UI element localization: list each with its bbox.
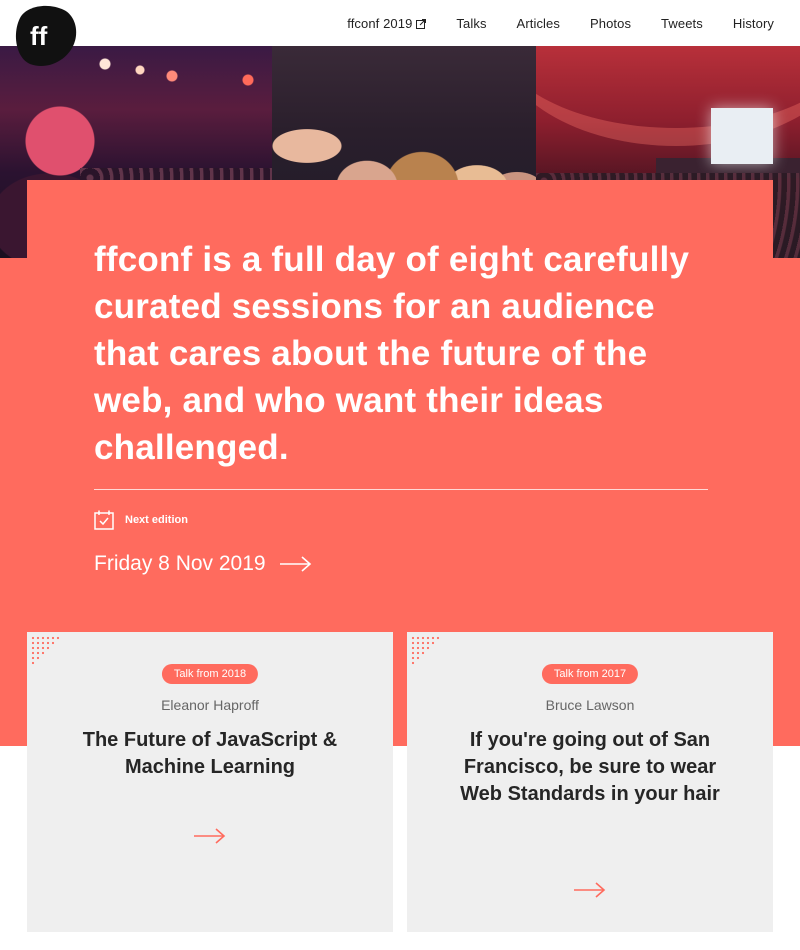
talk-title: The Future of JavaScript & Machine Learn… [82, 729, 338, 778]
speaker-name: Bruce Lawson [545, 697, 635, 713]
dot-pattern-icon [411, 636, 440, 665]
arrow-right-icon[interactable] [574, 882, 606, 898]
hero-statement: ffconf is a full day of eight carefully … [94, 240, 690, 467]
ffconf-logo[interactable]: ff [12, 4, 78, 68]
nav-ffconf-2019-label: ffconf 2019 [347, 16, 413, 31]
logo-blob-icon: ff [15, 5, 77, 67]
talk-title: If you're going out of San Francisco, be… [460, 729, 720, 805]
main-nav: ffconf 2019 Talks Articles Photos Tweets… [317, 16, 774, 31]
nav-ffconf-2019[interactable]: ffconf 2019 [347, 16, 427, 31]
svg-text:ff: ff [30, 21, 48, 51]
nav-talks[interactable]: Talks [456, 16, 486, 31]
next-edition-label: Next edition [125, 514, 188, 526]
arrow-right-icon[interactable] [194, 828, 226, 844]
next-edition: Next edition [94, 510, 188, 530]
calendar-check-icon [94, 510, 114, 530]
next-edition-date-link[interactable]: Friday 8 Nov 2019 [94, 552, 312, 576]
nav-tweets[interactable]: Tweets [661, 16, 703, 31]
talk-card[interactable]: Talk from 2017 Bruce Lawson If you're go… [407, 632, 773, 932]
divider [94, 489, 708, 490]
dot-pattern-icon [31, 636, 60, 665]
nav-articles[interactable]: Articles [517, 16, 560, 31]
event-date: Friday 8 Nov 2019 [94, 552, 266, 575]
talk-year-badge: Talk from 2017 [541, 664, 639, 684]
nav-history[interactable]: History [733, 16, 774, 31]
nav-photos[interactable]: Photos [590, 16, 631, 31]
talk-year-badge: Talk from 2018 [161, 664, 259, 684]
external-link-icon [416, 18, 427, 29]
speaker-name: Eleanor Haproff [161, 697, 259, 713]
hero-panel: ffconf is a full day of eight carefully … [27, 180, 773, 630]
site-header: ffconf 2019 Talks Articles Photos Tweets… [0, 0, 800, 46]
arrow-right-icon [279, 556, 311, 572]
talk-card[interactable]: Talk from 2018 Eleanor Haproff The Futur… [27, 632, 393, 932]
